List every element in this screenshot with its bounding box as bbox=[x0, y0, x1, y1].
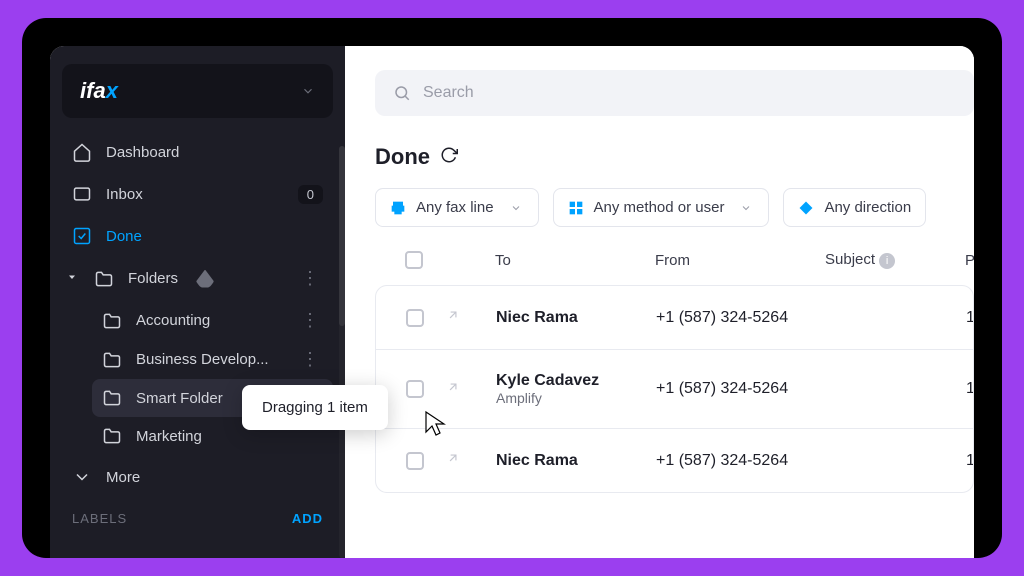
filter-fax-line[interactable]: Any fax line bbox=[375, 188, 539, 227]
row-checkbox[interactable] bbox=[406, 452, 424, 470]
row-to: Kyle Cadavez bbox=[496, 372, 656, 390]
row-from: +1 (587) 324-5264 bbox=[656, 380, 826, 398]
filter-direction[interactable]: Any direction bbox=[783, 188, 926, 227]
folder-label: Marketing bbox=[136, 428, 202, 445]
brand-logo: ifax bbox=[80, 78, 118, 104]
folder-icon bbox=[102, 426, 122, 446]
grid-icon bbox=[568, 200, 584, 216]
add-label-button[interactable]: ADD bbox=[292, 511, 323, 526]
sidebar-item-label: Inbox bbox=[106, 186, 143, 203]
diamond-icon bbox=[798, 200, 814, 216]
caret-down-icon bbox=[66, 270, 78, 287]
table-row[interactable]: Kyle CadavezAmplify +1 (587) 324-5264 1 bbox=[376, 349, 973, 428]
chevron-down-icon bbox=[72, 467, 92, 487]
labels-header: LABELS bbox=[72, 511, 127, 526]
count-badge: 0 bbox=[298, 185, 323, 204]
home-icon bbox=[72, 142, 92, 162]
folder-item[interactable]: Accounting ⋮ bbox=[92, 301, 333, 340]
kebab-icon[interactable]: ⋮ bbox=[297, 268, 323, 289]
sidebar-item-label: Folders bbox=[128, 270, 178, 287]
folder-icon bbox=[102, 388, 122, 408]
col-from: From bbox=[655, 252, 825, 269]
folder-icon bbox=[94, 269, 114, 289]
sidebar-item-label: Done bbox=[106, 228, 142, 245]
row-pages: 1 bbox=[966, 452, 974, 470]
kebab-icon[interactable]: ⋮ bbox=[297, 310, 323, 331]
table-header: To From Subjecti Pages bbox=[375, 251, 974, 285]
cursor-icon bbox=[424, 410, 448, 443]
col-pages: Pages bbox=[965, 252, 974, 269]
print-icon bbox=[390, 200, 406, 216]
col-to: To bbox=[495, 252, 655, 269]
page-title: Done bbox=[375, 144, 430, 170]
sidebar-item-label: More bbox=[106, 469, 140, 486]
folder-label: Smart Folder bbox=[136, 390, 223, 407]
inbox-icon bbox=[72, 184, 92, 204]
filter-method[interactable]: Any method or user bbox=[553, 188, 770, 227]
outbound-icon bbox=[446, 451, 496, 470]
sidebar: ifax Dashboard Inbox 0 Done Folders bbox=[50, 46, 345, 558]
sidebar-item-inbox[interactable]: Inbox 0 bbox=[62, 174, 333, 214]
chevron-down-icon bbox=[740, 201, 754, 215]
kebab-icon[interactable]: ⋮ bbox=[297, 349, 323, 370]
table-row[interactable]: Niec Rama +1 (587) 324-5264 1 bbox=[376, 428, 973, 492]
col-subject: Subjecti bbox=[825, 251, 965, 269]
drag-tooltip: Dragging 1 item bbox=[242, 385, 388, 430]
sidebar-item-folders[interactable]: Folders ⋮ bbox=[62, 258, 333, 299]
folder-icon bbox=[102, 350, 122, 370]
main-content: Search Done Any fax line Any method or u… bbox=[345, 46, 974, 558]
filter-label: Any fax line bbox=[416, 199, 494, 216]
info-icon: i bbox=[879, 253, 895, 269]
chevron-down-icon bbox=[510, 201, 524, 215]
row-pages: 1 bbox=[966, 380, 974, 398]
refresh-button[interactable] bbox=[440, 146, 458, 169]
search-placeholder: Search bbox=[423, 84, 474, 102]
row-checkbox[interactable] bbox=[406, 309, 424, 327]
row-pages: 1 bbox=[966, 309, 974, 327]
check-icon bbox=[72, 226, 92, 246]
sidebar-item-done[interactable]: Done bbox=[62, 216, 333, 256]
sidebar-item-dashboard[interactable]: Dashboard bbox=[62, 132, 333, 172]
folder-label: Business Develop... bbox=[136, 351, 269, 368]
sidebar-item-more[interactable]: More bbox=[62, 457, 333, 497]
row-to: Niec Rama bbox=[496, 309, 656, 327]
chevron-down-icon bbox=[301, 84, 315, 98]
gdrive-icon bbox=[196, 270, 214, 288]
row-to-sub: Amplify bbox=[496, 390, 656, 406]
row-to: Niec Rama bbox=[496, 452, 656, 470]
search-icon bbox=[393, 84, 411, 102]
search-input[interactable]: Search bbox=[375, 70, 974, 116]
row-checkbox[interactable] bbox=[406, 380, 424, 398]
sidebar-item-label: Dashboard bbox=[106, 144, 179, 161]
row-from: +1 (587) 324-5264 bbox=[656, 309, 826, 327]
folder-icon bbox=[102, 311, 122, 331]
table-row[interactable]: Niec Rama +1 (587) 324-5264 1 bbox=[376, 286, 973, 349]
filter-label: Any direction bbox=[824, 199, 911, 216]
select-all-checkbox[interactable] bbox=[405, 251, 423, 269]
folder-label: Accounting bbox=[136, 312, 210, 329]
outbound-icon bbox=[446, 380, 496, 399]
folder-item[interactable]: Business Develop... ⋮ bbox=[92, 340, 333, 379]
outbound-icon bbox=[446, 308, 496, 327]
row-from: +1 (587) 324-5264 bbox=[656, 452, 826, 470]
workspace-switcher[interactable]: ifax bbox=[62, 64, 333, 118]
filter-label: Any method or user bbox=[594, 199, 725, 216]
scrollbar[interactable] bbox=[339, 146, 345, 558]
